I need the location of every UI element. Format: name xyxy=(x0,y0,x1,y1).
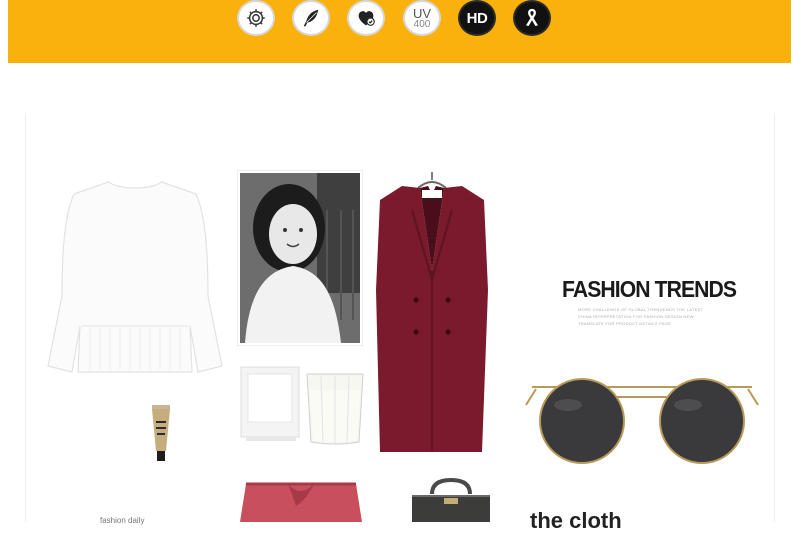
burgundy-vest xyxy=(376,172,488,452)
subtext-line: CHINA INTERPRETATION FOR FASHION DESIGN … xyxy=(578,314,694,319)
empty-frame xyxy=(240,366,300,441)
hd-icon: HD xyxy=(458,0,496,36)
headline: FASHION TRENDS xyxy=(562,276,737,302)
uv400-icon: UV 400 xyxy=(403,0,441,36)
round-sunglasses xyxy=(525,378,759,464)
white-blouse xyxy=(47,181,223,373)
feather-icon xyxy=(292,0,330,36)
ribbon-icon xyxy=(513,0,551,36)
heart-check-icon xyxy=(347,0,385,36)
milk-glass xyxy=(306,373,364,445)
subtext-line: MORE CHALLENGE OF GLOBAL TRENDENDS THE L… xyxy=(578,307,704,312)
hd-text: HD xyxy=(466,9,488,27)
portrait-photo xyxy=(237,170,363,346)
cream-tube xyxy=(152,405,170,461)
feature-icon-row: UV 400 HD xyxy=(0,0,800,40)
leather-bag xyxy=(412,477,490,522)
subtext-line: TRANSLATE FOR PRODUCT DETAILS PAGE xyxy=(578,321,672,326)
gear-icon xyxy=(237,0,275,36)
uv-number: 400 xyxy=(413,18,431,30)
uv-text: UV xyxy=(412,5,432,21)
bottom-heading: the cloth xyxy=(530,508,622,533)
bottom-left-caption: fashion daily xyxy=(100,516,145,525)
pink-skirt xyxy=(240,482,362,522)
